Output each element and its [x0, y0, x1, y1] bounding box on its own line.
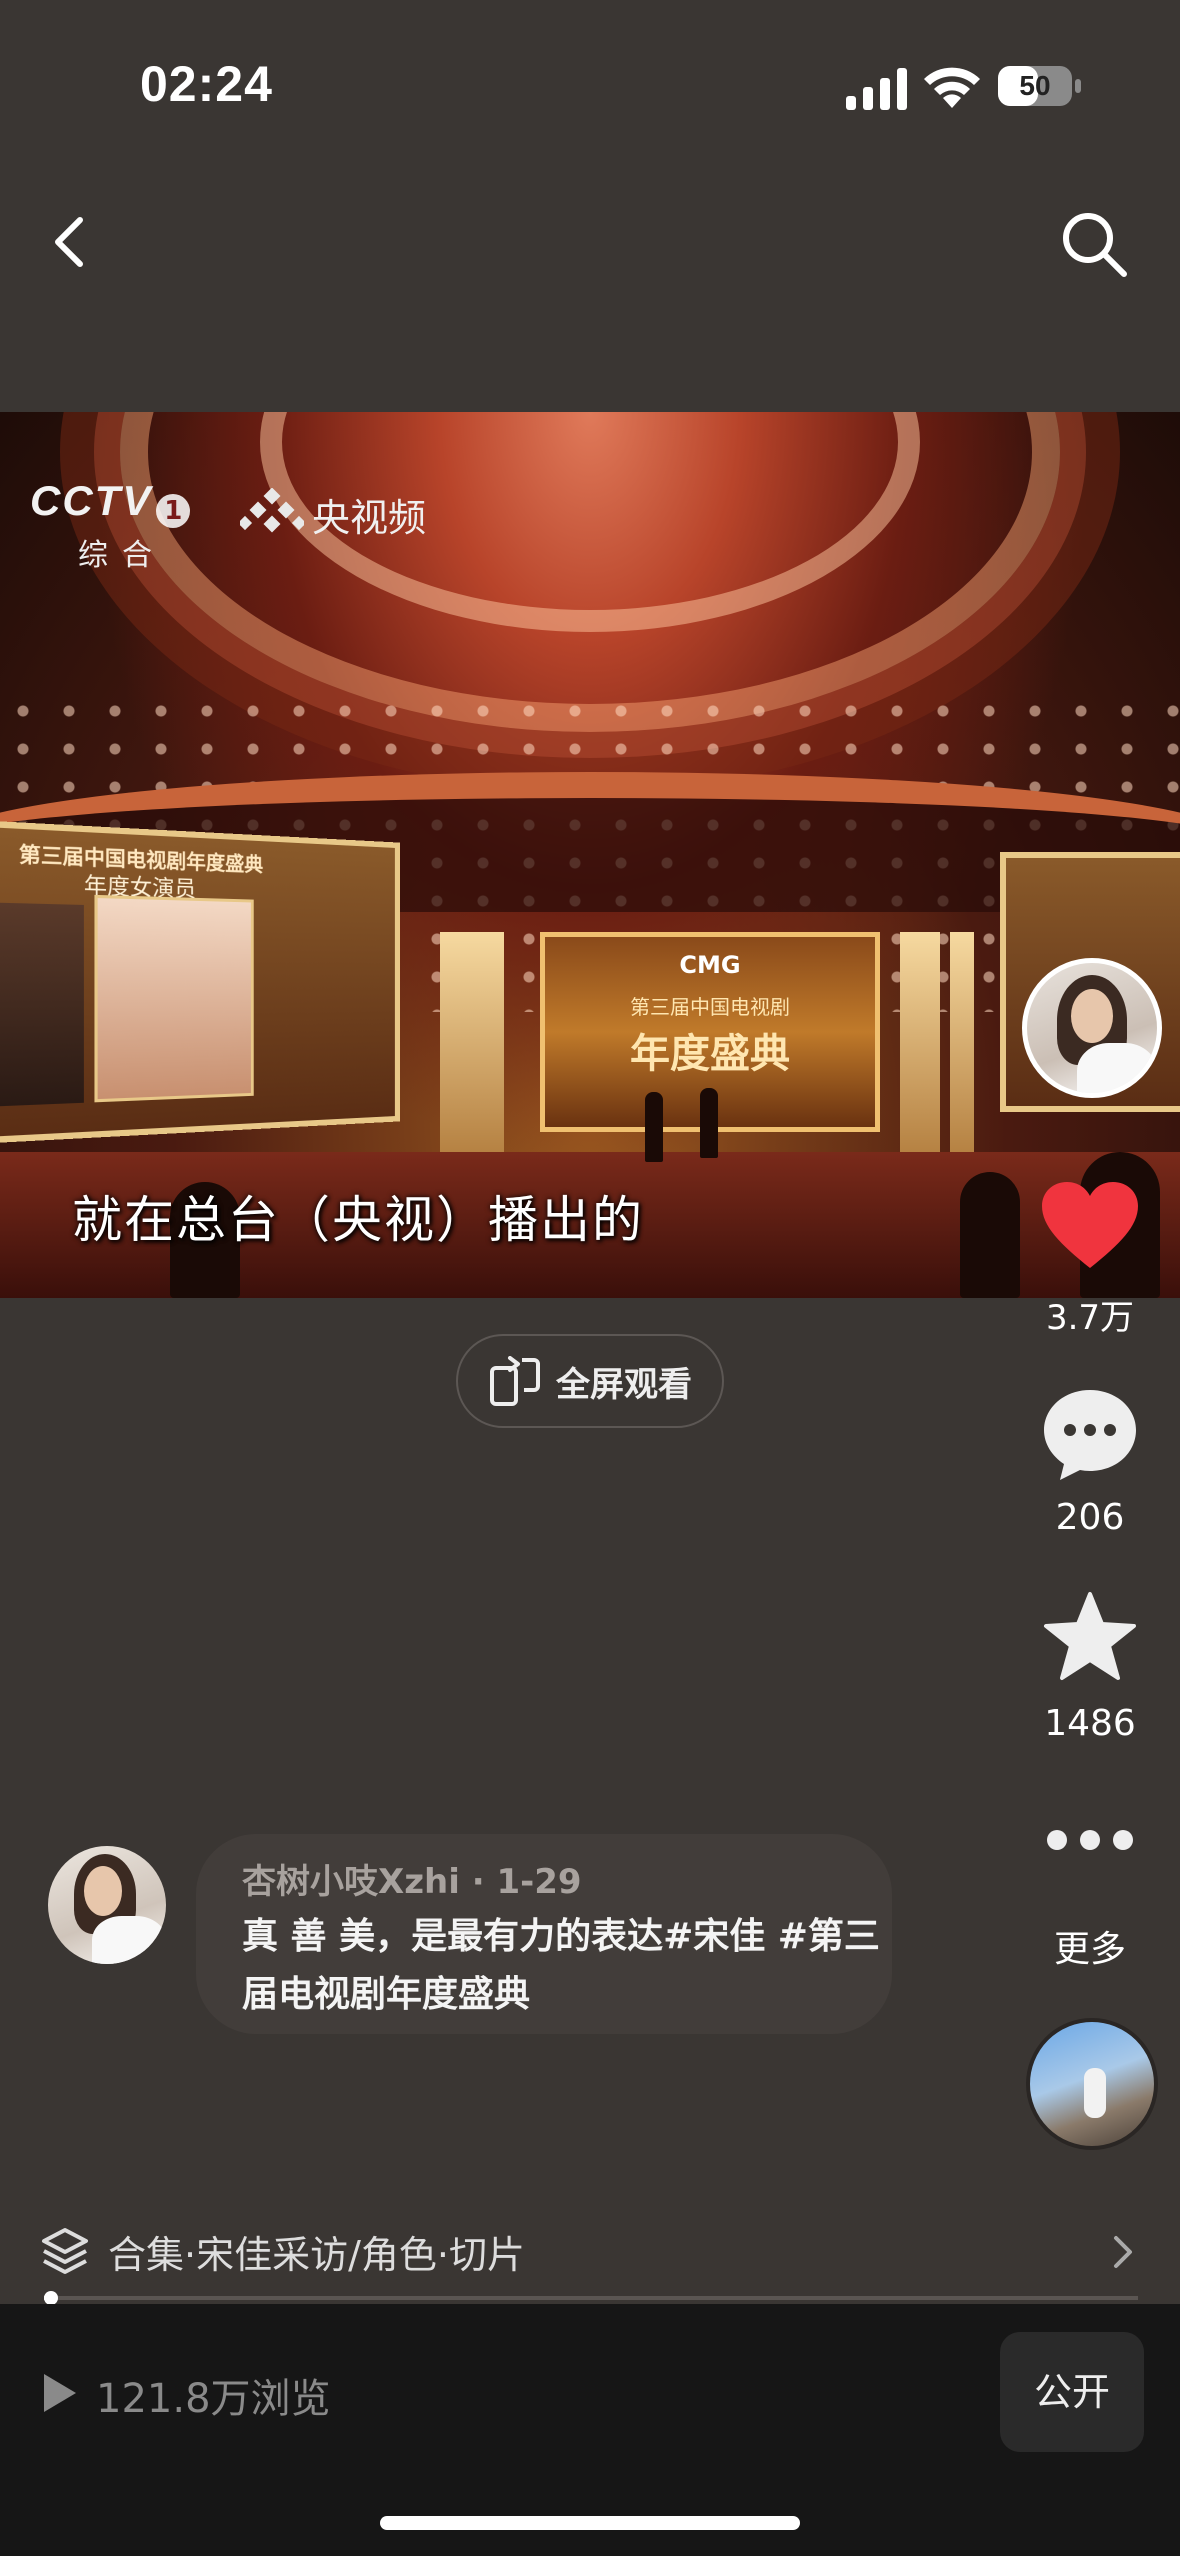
- cellular-signal-icon: [846, 68, 907, 110]
- collection-row[interactable]: 合集·宋佳采访/角色·切片: [0, 2206, 1180, 2296]
- stage-line1: 第三届中国电视剧: [630, 995, 790, 1019]
- status-time: 02:24: [140, 56, 273, 112]
- yangshipin-text: 央视频: [312, 496, 427, 540]
- nominee-portrait: [0, 902, 84, 1107]
- yangshipin-logo: 央视频: [240, 487, 426, 542]
- cctv-logo: CCTV 1 综合: [30, 477, 230, 577]
- like-button[interactable]: [1020, 1180, 1160, 1300]
- yangshipin-icon: [240, 487, 304, 532]
- author-avatar[interactable]: [48, 1846, 166, 1964]
- battery-level: 50: [1019, 70, 1051, 101]
- channel-number: 1: [156, 493, 191, 528]
- audience-member: [960, 1172, 1020, 1298]
- favorite-count: 1486: [1044, 1703, 1136, 1744]
- home-indicator[interactable]: [380, 2516, 800, 2530]
- cctv-logo-text: CCTV: [30, 477, 153, 524]
- stage-brand: CMG: [679, 951, 741, 979]
- presenter: [645, 1092, 663, 1162]
- top-nav: [0, 200, 1180, 290]
- battery-indicator: 50: [998, 66, 1082, 106]
- avatar-body: [92, 1916, 166, 1964]
- play-icon: [44, 2374, 76, 2412]
- visibility-button[interactable]: 公开: [1000, 2332, 1144, 2452]
- rotate-screen-icon: [490, 1356, 540, 1406]
- comment-button[interactable]: [1020, 1386, 1160, 1496]
- stage-line2: 年度盛典: [630, 1031, 790, 1077]
- music-disc[interactable]: [1026, 2018, 1158, 2150]
- progress-handle[interactable]: [44, 2291, 58, 2305]
- star-icon: [1044, 1592, 1136, 1680]
- left-display-screen: 第三届中国电视剧年度盛典 年度女演员: [0, 819, 400, 1145]
- fullscreen-label: 全屏观看: [556, 1364, 692, 1405]
- post-date: 1-29: [496, 1862, 582, 1902]
- like-count: 3.7万: [1045, 1298, 1135, 1338]
- more-label: 更多: [1053, 1929, 1126, 1970]
- author-separator: ·: [471, 1862, 485, 1902]
- layers-icon: [42, 2228, 88, 2274]
- view-count: 121.8万浏览: [96, 2376, 331, 2422]
- nominee-portrait: [94, 894, 254, 1103]
- stage-pillar: [950, 932, 974, 1172]
- status-bar: 02:24 50: [0, 0, 1180, 170]
- avatar-face: [84, 1866, 122, 1916]
- favorite-button[interactable]: [1020, 1590, 1160, 1700]
- post-text: 真 善 美，是最有力的表达#宋佳 #第三届电视剧年度盛典: [242, 1916, 880, 2015]
- stage-pillar: [440, 932, 480, 1172]
- disc-figure: [1084, 2068, 1106, 2118]
- bottom-bar: 121.8万浏览 公开: [0, 2304, 1180, 2556]
- channel-sub: 综合: [78, 537, 166, 573]
- stage-pillar: [480, 932, 504, 1172]
- comment-icon: [1044, 1390, 1136, 1480]
- back-icon[interactable]: [40, 210, 104, 274]
- presenter: [700, 1088, 718, 1158]
- comment-count: 206: [1055, 1497, 1125, 1538]
- chevron-right-icon: [1114, 2236, 1132, 2268]
- playback-progress[interactable]: [44, 2291, 1138, 2305]
- fullscreen-button[interactable]: 全屏观看: [456, 1334, 724, 1428]
- avatar-body: [1077, 1043, 1157, 1093]
- more-button[interactable]: [1020, 1828, 1160, 1888]
- video-player[interactable]: 第三届中国电视剧年度盛典 年度女演员 CMG 第三届中国电视剧 年度盛典 CCT…: [0, 412, 1180, 1298]
- ellipsis-icon: [1047, 1830, 1133, 1850]
- heart-icon: [1042, 1182, 1138, 1268]
- search-icon[interactable]: [1058, 208, 1130, 280]
- author-line: 杏树小吱Xzhi · 1-29: [242, 1854, 582, 1903]
- author-name[interactable]: 杏树小吱Xzhi: [242, 1862, 460, 1902]
- video-subtitle: 就在总台（央视）播出的: [72, 1191, 644, 1249]
- creator-avatar[interactable]: [1022, 958, 1162, 1098]
- stage-pillar: [900, 932, 940, 1172]
- wifi-icon: [924, 67, 980, 108]
- avatar-face: [1071, 989, 1113, 1043]
- collection-label: 合集·宋佳采访/角色·切片: [108, 2233, 525, 2277]
- post-description[interactable]: 杏树小吱Xzhi · 1-29 真 善 美，是最有力的表达#宋佳 #第三届电视剧…: [196, 1834, 892, 2034]
